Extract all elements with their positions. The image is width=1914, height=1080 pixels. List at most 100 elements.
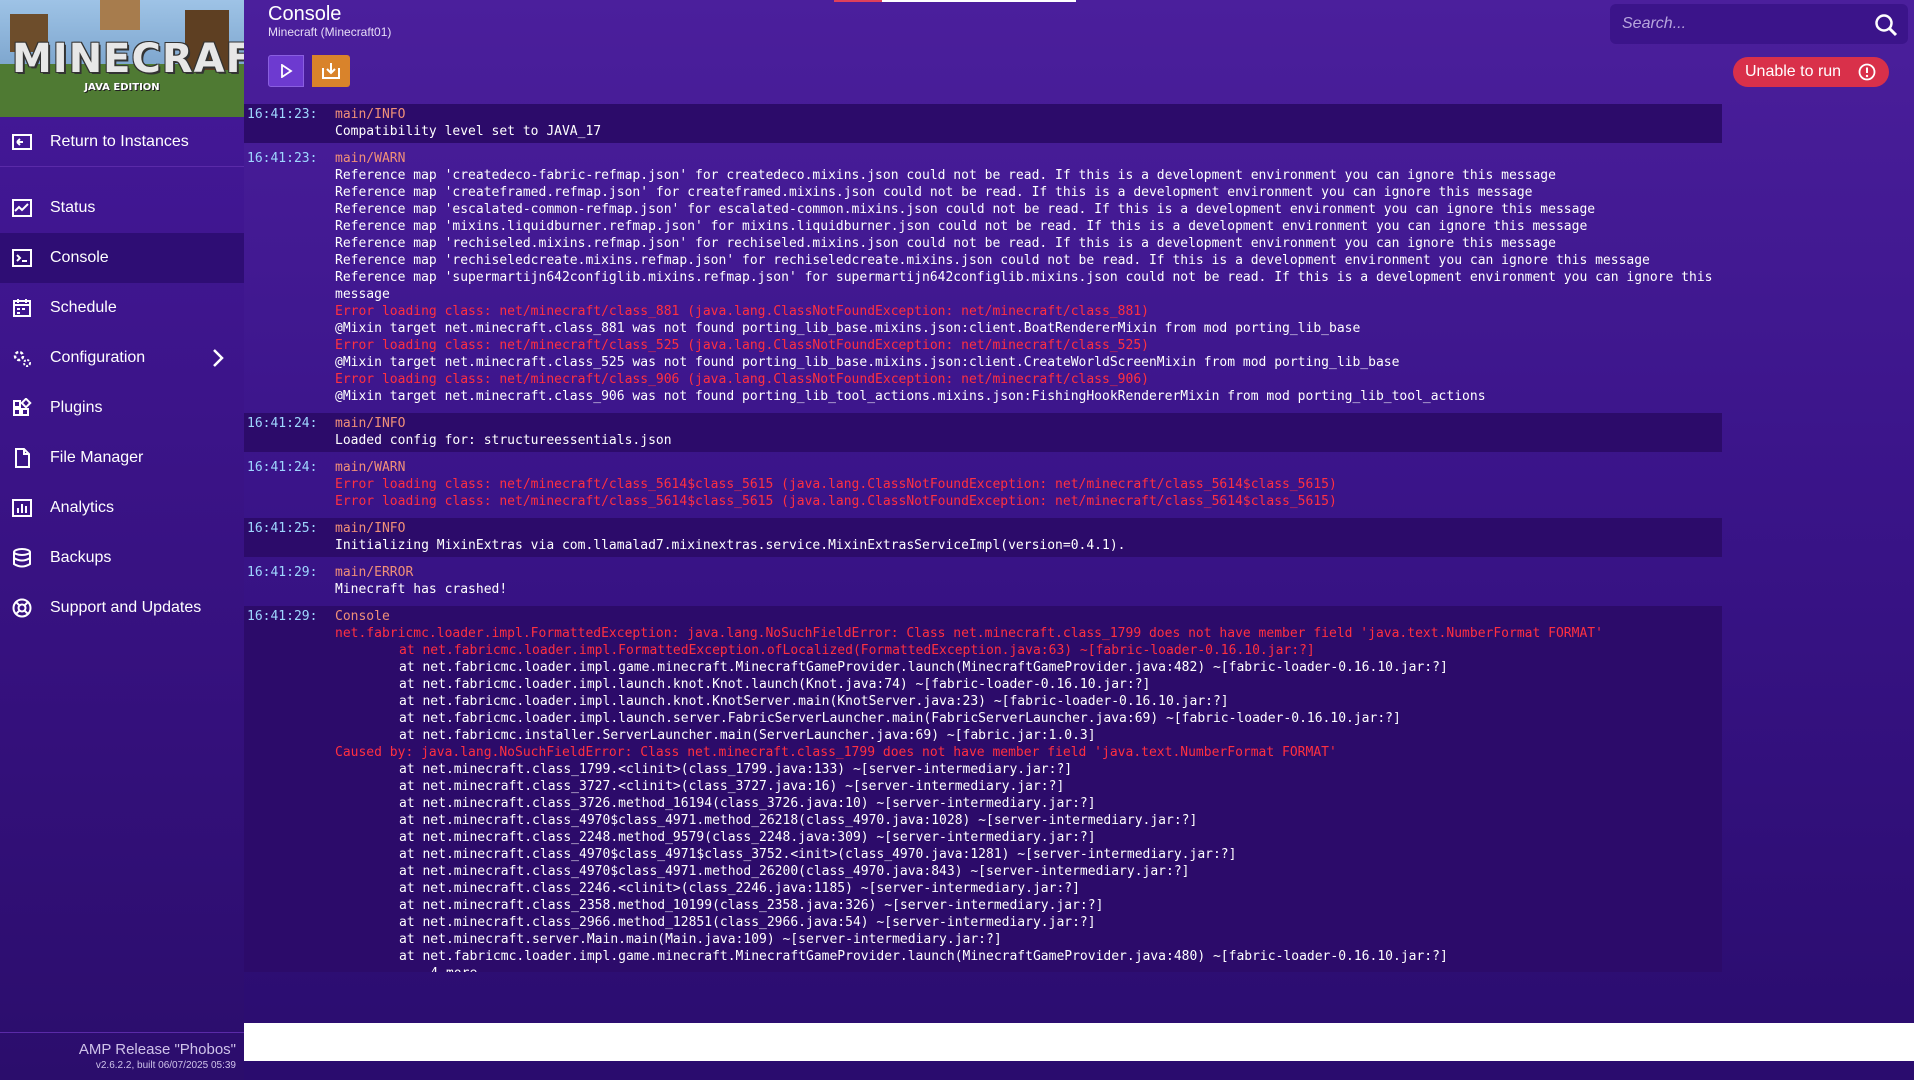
console-source: main/ERROR	[335, 565, 414, 580]
search-box[interactable]	[1610, 4, 1908, 44]
console-source: main/WARN	[335, 151, 406, 166]
sidebar-item-backups[interactable]: Backups	[0, 533, 244, 583]
sidebar-item-status[interactable]: Status	[0, 183, 244, 233]
alert-icon	[1858, 63, 1876, 81]
sidebar-item-label: Schedule	[50, 299, 117, 316]
console-entry: 16:41:23: main/WARN Reference map 'created…	[244, 148, 1722, 408]
console-timestamp: 16:41:23:	[247, 151, 318, 166]
console-line: at net.minecraft.class_4970$class_4971.m…	[399, 813, 1198, 828]
console-icon	[12, 249, 32, 267]
console-line: at net.minecraft.class_2966.method_12851…	[399, 915, 1096, 930]
console-source: main/WARN	[335, 460, 406, 475]
console-line: Error loading class: net/minecraft/class…	[335, 338, 1149, 353]
console-line: Minecraft has crashed!	[335, 582, 508, 597]
analytics-icon	[12, 499, 32, 517]
console-line: Reference map 'createframed.refmap.json'…	[335, 185, 1533, 200]
chevron-right-icon[interactable]	[212, 348, 224, 368]
sidebar-item-configuration[interactable]: Configuration	[0, 333, 244, 383]
return-to-instances-button[interactable]: Return to Instances	[0, 117, 244, 167]
console-line: at net.fabricmc.loader.impl.launch.knot.…	[399, 694, 1229, 709]
console-line: at net.minecraft.class_1799.<clinit>(cla…	[399, 762, 1073, 777]
console-line: Reference map 'escalated-common-refmap.j…	[335, 202, 1596, 217]
download-icon	[322, 63, 340, 79]
console-line: Reference map 'createdeco-fabric-refmap.…	[335, 168, 1556, 183]
console-entry: 16:41:29: Console net.fabricmc.loader.impl…	[244, 606, 1722, 972]
console-entry: 16:41:23: main/INFO Compatibility level se…	[244, 104, 1722, 143]
console-timestamp: 16:41:29:	[247, 565, 318, 580]
return-icon	[12, 134, 32, 150]
sidebar-item-schedule[interactable]: Schedule	[0, 283, 244, 333]
sidebar-item-label: Status	[50, 199, 96, 216]
play-icon	[281, 64, 293, 78]
console-command-input[interactable]	[244, 1023, 1914, 1061]
sidebar-item-label: Support and Updates	[50, 599, 202, 616]
console-line: @Mixin target net.minecraft.class_906 wa…	[335, 389, 1486, 404]
console-line: Error loading class: net/minecraft/class…	[335, 304, 1149, 319]
console-line: at net.fabricmc.loader.impl.game.minecra…	[399, 949, 1448, 964]
sidebar-item-label: Plugins	[50, 399, 103, 416]
status-icon	[12, 199, 32, 217]
console-entry: 16:41:24: main/WARN Error loading class: n…	[244, 457, 1722, 513]
minecraft-logo: MINECRAFT JAVA EDITION	[0, 0, 244, 117]
console-line: Caused by: java.lang.NoSuchFieldError: C…	[335, 745, 1337, 760]
console-entry: 16:41:29: main/ERROR Minecraft has crashed…	[244, 562, 1722, 601]
logo-subtext: JAVA EDITION	[84, 82, 160, 93]
support-icon	[12, 598, 32, 618]
sidebar-item-file-manager[interactable]: File Manager	[0, 433, 244, 483]
search-input[interactable]	[1622, 15, 1862, 33]
backups-icon	[13, 548, 31, 568]
sidebar-item-support-and-updates[interactable]: Support and Updates	[0, 583, 244, 633]
console-timestamp: 16:41:25:	[247, 521, 318, 536]
console-timestamp: 16:41:29:	[247, 609, 318, 624]
search-icon[interactable]	[1874, 13, 1898, 37]
update-button[interactable]	[312, 55, 350, 87]
console-line: at net.fabricmc.loader.impl.launch.serve…	[399, 711, 1401, 726]
console-output[interactable]: 16:41:23: main/INFO Compatibility level se…	[244, 104, 1722, 972]
progress-indicator	[834, 0, 1076, 2]
console-line: Reference map 'mixins.liquidburner.refma…	[335, 219, 1588, 234]
console-line: Error loading class: net/minecraft/class…	[335, 477, 1337, 492]
console-entry: 16:41:25: main/INFO Initializing MixinExtr…	[244, 518, 1722, 557]
plugins-icon	[13, 398, 32, 416]
console-line: Compatibility level set to JAVA_17	[335, 124, 602, 139]
instance-subtitle: Minecraft (Minecraft01)	[268, 25, 392, 39]
sidebar-item-label: File Manager	[50, 449, 144, 466]
console-line: ... 4 more	[335, 965, 1716, 972]
sidebar-item-label: Backups	[50, 549, 112, 566]
return-label: Return to Instances	[50, 132, 189, 150]
schedule-icon	[13, 299, 31, 317]
console-entry: 16:41:24: main/INFO Loaded config for: str…	[244, 413, 1722, 452]
sidebar-item-plugins[interactable]: Plugins	[0, 383, 244, 433]
page-title: Console	[268, 3, 342, 25]
console-line: @Mixin target net.minecraft.class_881 wa…	[335, 321, 1361, 336]
console-timestamp: 16:41:24:	[247, 416, 318, 431]
file-icon	[15, 448, 30, 468]
console-line: net.fabricmc.loader.impl.FormattedExcept…	[335, 626, 1603, 641]
console-line: at net.fabricmc.loader.impl.launch.knot.…	[399, 677, 1151, 692]
console-line: at net.fabricmc.loader.impl.FormattedExc…	[399, 643, 1315, 658]
console-line: at net.minecraft.server.Main.main(Main.j…	[399, 932, 1002, 947]
release-name: AMP Release "Phobos"	[78, 1041, 236, 1058]
console-source: Console	[335, 609, 390, 624]
release-info: AMP Release "Phobos" v2.6.2.2, built 06/…	[0, 1032, 244, 1080]
console-source: main/INFO	[335, 107, 406, 122]
configuration-icon	[13, 350, 31, 367]
sidebar-item-label: Console	[50, 249, 109, 266]
console-timestamp: 16:41:23:	[247, 107, 318, 122]
console-line: Initializing MixinExtras via com.llamala…	[335, 538, 1126, 553]
start-button[interactable]	[268, 55, 304, 87]
console-source: main/INFO	[335, 521, 406, 536]
status-badge-label: Unable to run	[1745, 63, 1842, 80]
console-line: at net.minecraft.class_3726.method_16194…	[399, 796, 1096, 811]
console-line: Reference map 'supermartijn642configlib.…	[335, 270, 1721, 302]
status-badge[interactable]: Unable to run	[1733, 57, 1889, 87]
sidebar-item-label: Configuration	[50, 349, 146, 366]
sidebar: MINECRAFT JAVA EDITION Return to Instanc…	[0, 0, 244, 1080]
sidebar-item-console[interactable]: Console	[0, 233, 244, 283]
logo-text: MINECRAFT	[12, 36, 244, 82]
console-line: at net.minecraft.class_3727.<clinit>(cla…	[399, 779, 1065, 794]
console-line: at net.minecraft.class_4970$class_4971$c…	[399, 847, 1237, 862]
console-line: Loaded config for: structureessentials.j…	[335, 433, 672, 448]
console-line: at net.minecraft.class_2248.method_9579(…	[399, 830, 1096, 845]
sidebar-item-analytics[interactable]: Analytics	[0, 483, 244, 533]
